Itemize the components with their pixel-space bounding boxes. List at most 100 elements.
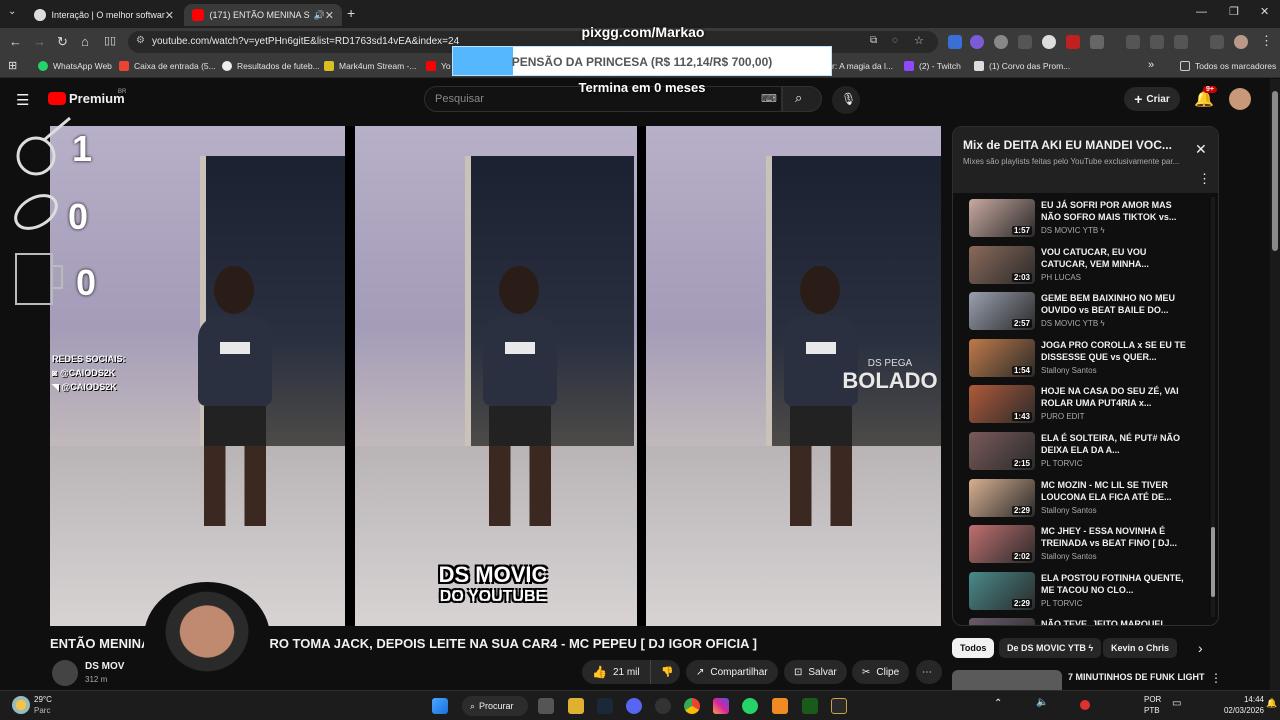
network-icon[interactable]: ▭ bbox=[1172, 698, 1181, 709]
extension-icon[interactable] bbox=[948, 35, 962, 49]
tray-expand-icon[interactable]: ⌃ bbox=[994, 698, 1002, 709]
volume-icon[interactable]: 🔈 bbox=[1036, 697, 1048, 708]
playlist-item[interactable]: NÃO TEVE, JEITO MARQUEI bbox=[969, 618, 1199, 625]
game-launcher-icon[interactable] bbox=[802, 698, 818, 714]
save-button[interactable]: ⊡ Salvar bbox=[784, 660, 847, 684]
playlist-thumbnail[interactable]: 2:03 bbox=[969, 245, 1035, 284]
windows-start-icon[interactable] bbox=[432, 698, 448, 714]
recommended-menu-icon[interactable]: ⋮ bbox=[1210, 671, 1222, 685]
tab-interacao[interactable]: Interação | O melhor software p ✕ bbox=[26, 4, 182, 26]
bookmark-mark4um[interactable]: Mark4um Stream -... bbox=[324, 61, 416, 71]
extension-icon[interactable] bbox=[994, 35, 1008, 49]
forward-icon[interactable]: → bbox=[33, 34, 46, 49]
playlist-scrollbar[interactable] bbox=[1211, 197, 1215, 617]
clock-date[interactable]: 02/03/2026 bbox=[1216, 706, 1264, 715]
bookmark-corvo[interactable]: (1) Corvo das Prom... bbox=[974, 61, 1070, 71]
recommended-title[interactable]: 7 MINUTINHOS DE FUNK LIGHT bbox=[1068, 672, 1205, 682]
bookmark-gmail[interactable]: Caixa de entrada (5... bbox=[119, 61, 216, 71]
share-button[interactable]: ↗ Compartilhar bbox=[686, 660, 778, 684]
steam-icon[interactable] bbox=[597, 698, 613, 714]
apps-grid-icon[interactable]: ⊞ bbox=[8, 59, 17, 72]
playlist-item[interactable]: 1:43 HOJE NA CASA DO SEU ZÉ, VAI ROLAR UM… bbox=[969, 385, 1199, 429]
instagram-icon[interactable] bbox=[713, 698, 729, 714]
video-player[interactable]: DS MOVIC DO YOUTUBE DS PEGA BOLADO bbox=[50, 126, 941, 626]
discord-icon[interactable] bbox=[626, 698, 642, 714]
channel-avatar[interactable] bbox=[52, 660, 78, 686]
playlist-menu-icon[interactable]: ⋮ bbox=[1198, 171, 1211, 187]
dislike-button[interactable]: 👎 bbox=[650, 660, 680, 684]
profile-avatar[interactable] bbox=[1234, 35, 1248, 49]
playlist-thumbnail[interactable]: 1:57 bbox=[969, 199, 1035, 237]
close-icon[interactable]: ✕ bbox=[165, 9, 174, 22]
bookmark-futebol[interactable]: Resultados de futeb... bbox=[222, 61, 320, 71]
page-scroll-thumb[interactable] bbox=[1272, 91, 1278, 251]
record-icon[interactable] bbox=[1080, 700, 1090, 710]
like-button[interactable]: 👍 21 mil bbox=[582, 660, 650, 684]
playlist-item[interactable]: 2:29 MC MOZIN - MC LIL SE TIVER LOUCONA E… bbox=[969, 478, 1199, 523]
chip-todos[interactable]: Todos bbox=[952, 638, 995, 658]
maximize-icon[interactable]: ❐ bbox=[1229, 5, 1239, 18]
audio-icon[interactable]: 🔊 bbox=[314, 10, 325, 21]
playlist-item-title[interactable]: ELA POSTOU FOTINHA QUENTE, ME TACOU NO C… bbox=[1041, 572, 1191, 596]
playlist-thumbnail[interactable]: 2:29 bbox=[969, 571, 1035, 610]
league-icon[interactable] bbox=[831, 698, 847, 714]
recommended-thumbnail[interactable] bbox=[952, 670, 1062, 690]
site-info-icon[interactable]: ⚙ bbox=[136, 35, 145, 46]
install-icon[interactable]: ⧉ bbox=[870, 35, 877, 46]
all-bookmarks-folder[interactable]: Todos os marcadores bbox=[1180, 61, 1276, 71]
menu-kebab-icon[interactable]: ⋮ bbox=[1260, 33, 1273, 49]
youtube-logo-icon[interactable] bbox=[48, 92, 66, 105]
tab-youtube-video[interactable]: (171) ENTÃO MENINA SE P 🔊 ✕ bbox=[184, 4, 342, 26]
reading-list-icon[interactable] bbox=[1210, 35, 1224, 49]
notification-center-icon[interactable]: 🔔 bbox=[1266, 698, 1277, 709]
playlist-item[interactable]: 2:57 GEME BEM BAIXINHO NO MEU OUVIDO vs B… bbox=[969, 292, 1199, 336]
clip-button[interactable]: ✂ Clipe bbox=[852, 660, 910, 684]
page-scrollbar[interactable] bbox=[1270, 79, 1280, 690]
playlist-thumbnail[interactable]: 2:57 bbox=[969, 292, 1035, 331]
more-actions-button[interactable]: ⋯ bbox=[916, 660, 942, 684]
playlist-item[interactable]: 2:15 ELA É SOLTEIRA, NÉ PUT# NÃO DEIXA EL… bbox=[969, 432, 1199, 476]
bookmark-twitch[interactable]: (2) - Twitch bbox=[904, 61, 961, 71]
bookmark-youtube[interactable]: Yo bbox=[426, 61, 451, 71]
playlist-thumbnail[interactable]: 1:43 bbox=[969, 385, 1035, 424]
playlist-thumbnail[interactable]: 1:54 bbox=[969, 338, 1035, 377]
keyboard-icon[interactable]: ⌨ bbox=[761, 92, 777, 105]
playlist-item-title[interactable]: EU JÁ SOFRI POR AMOR MAS NÃO SOFRO MAIS … bbox=[1041, 199, 1191, 223]
download-icon[interactable] bbox=[1126, 35, 1140, 49]
create-button[interactable]: + Criar bbox=[1124, 87, 1180, 111]
reload-icon[interactable]: ↻ bbox=[57, 34, 68, 50]
file-explorer-icon[interactable] bbox=[568, 698, 584, 714]
playlist-item[interactable]: 1:54 JOGA PRO COROLLA x SE EU TE DISSESSE… bbox=[969, 338, 1199, 383]
more-bookmarks-icon[interactable]: » bbox=[1148, 59, 1154, 71]
hamburger-menu-icon[interactable]: ☰ bbox=[16, 91, 29, 109]
chrome-icon[interactable] bbox=[684, 698, 700, 714]
playlist-scroll-thumb[interactable] bbox=[1211, 527, 1215, 597]
minimize-icon[interactable]: — bbox=[1196, 6, 1207, 18]
home-icon[interactable]: ⌂ bbox=[81, 34, 89, 49]
translate-icon[interactable] bbox=[1150, 35, 1164, 49]
playlist-thumbnail[interactable]: 2:29 bbox=[969, 478, 1035, 517]
tab-search-icon[interactable]: ⌄ bbox=[8, 6, 16, 17]
split-view-icon[interactable]: ▯▯ bbox=[104, 34, 116, 47]
clock-time[interactable]: 14:44 bbox=[1234, 695, 1264, 704]
playlist-item[interactable]: 1:57 EU JÁ SOFRI POR AMOR MAS NÃO SOFRO M… bbox=[969, 199, 1199, 243]
playlist-item-title[interactable]: GEME BEM BAIXINHO NO MEU OUVIDO vs BEAT … bbox=[1041, 292, 1191, 316]
taskbar-search[interactable]: ⌕ Procurar bbox=[462, 696, 528, 716]
playlist-item-title[interactable]: HOJE NA CASA DO SEU ZÉ, VAI ROLAR UMA PU… bbox=[1041, 385, 1191, 409]
bookmark-star-icon[interactable]: ☆ bbox=[914, 34, 924, 47]
playlist-item-title[interactable]: NÃO TEVE, JEITO MARQUEI bbox=[1041, 618, 1191, 625]
cast-icon[interactable] bbox=[1174, 35, 1188, 49]
whatsapp-icon[interactable] bbox=[742, 698, 758, 714]
extensions-puzzle-icon[interactable] bbox=[1090, 35, 1104, 49]
eye-off-icon[interactable]: ◌ bbox=[892, 35, 898, 46]
extension-icon[interactable] bbox=[1042, 35, 1056, 49]
playlist-thumbnail[interactable] bbox=[969, 618, 1035, 625]
new-tab-button[interactable]: + bbox=[347, 5, 355, 21]
playlist-thumbnail[interactable]: 2:02 bbox=[969, 525, 1035, 564]
task-view-icon[interactable] bbox=[538, 698, 554, 714]
cloud-icon[interactable] bbox=[772, 698, 788, 714]
playlist-item[interactable]: 2:03 VOU CATUCAR, EU VOU CATUCAR, VEM MIN… bbox=[969, 245, 1199, 290]
playlist-title[interactable]: Mix de DEITA AKI EU MANDEI VOC... bbox=[963, 138, 1183, 152]
close-playlist-icon[interactable]: ✕ bbox=[1195, 141, 1207, 158]
playlist-item-title[interactable]: MC JHEY - ESSA NOVINHA É TREINADA vs BEA… bbox=[1041, 525, 1191, 549]
